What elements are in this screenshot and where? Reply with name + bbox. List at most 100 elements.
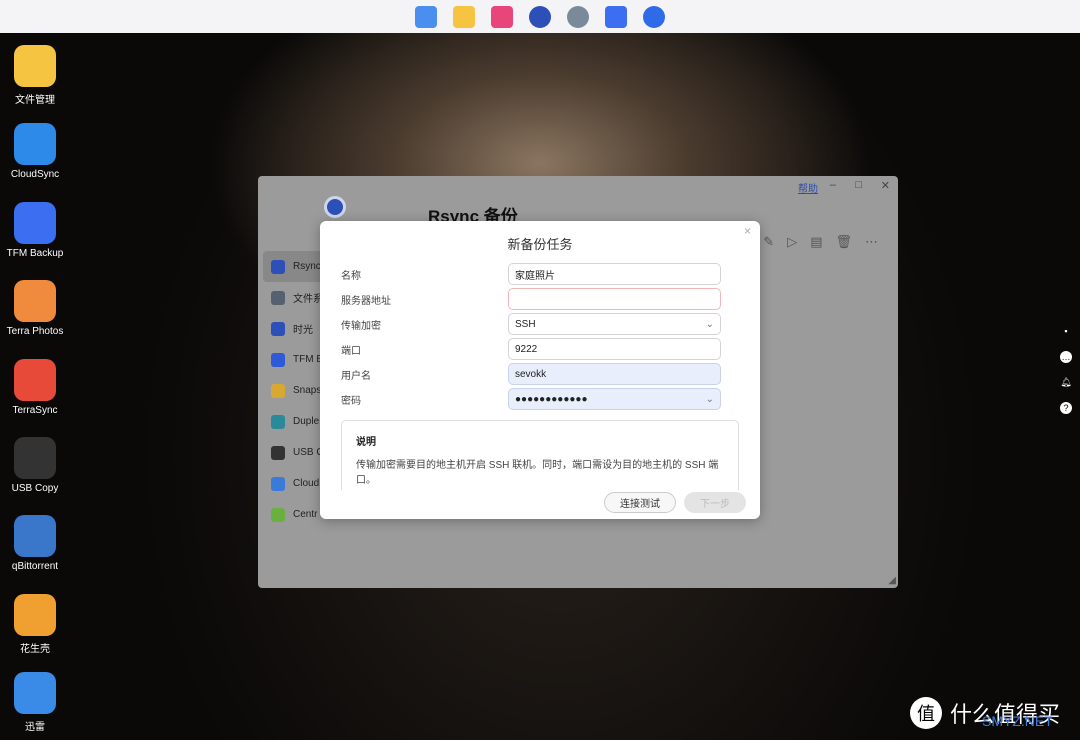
sidebar-item-label: Duple (293, 416, 320, 427)
app-icon (14, 515, 56, 558)
folder-icon[interactable] (453, 5, 475, 28)
app-label: qBittorrent (11, 561, 59, 573)
support-headset-icon[interactable] (643, 5, 665, 28)
sidebar-item-label: TFM B (293, 354, 323, 365)
sidebar-item-label: USB C (293, 447, 324, 458)
chat-icon[interactable]: … (1060, 351, 1072, 363)
sidebar-item-label: Rsync (293, 261, 321, 272)
field-label: 名称 (341, 270, 361, 282)
watermark-site: SMYZ.NET (982, 713, 1053, 729)
trash-icon[interactable]: 🗑︎ (835, 234, 852, 250)
field-label: 传输加密 (341, 320, 381, 332)
sidebar-item-label: 时光 (293, 325, 313, 336)
connection-test-button[interactable]: 连接测试 (604, 492, 676, 513)
close-dialog-button[interactable]: × (744, 224, 751, 238)
app-label: 迅雷 (25, 722, 45, 734)
app-icon (14, 280, 56, 323)
desktop-app[interactable]: 文件管理 (0, 45, 70, 106)
app-label: 文件管理 (15, 95, 55, 106)
field-value: 9222 (515, 343, 538, 355)
help-icon[interactable]: ? (1060, 402, 1072, 414)
app-icon (14, 672, 56, 715)
help-link[interactable]: 帮助 (798, 180, 818, 195)
form-row: 密码 ●●●●●●●●●●●● ⌄ (341, 388, 721, 410)
minimize-button[interactable]: – (830, 179, 836, 191)
info-text: 传输加密需要目的地主机开启 SSH 联机。同时，端口需设为目的地主机的 SSH … (356, 460, 719, 486)
maximize-button[interactable]: □ (855, 179, 862, 191)
field-input[interactable]: 家庭照片 (508, 263, 721, 285)
desktop-app[interactable]: 花生壳 (0, 593, 70, 655)
log-icon[interactable]: ▤ (810, 234, 822, 250)
info-title: 说明 (356, 437, 376, 448)
top-dock (0, 0, 1080, 33)
chevron-down-icon: ⌄ (705, 318, 714, 330)
app-center-icon[interactable] (415, 5, 437, 28)
desktop-app[interactable]: qBittorrent (0, 515, 70, 572)
field-value: SSH (515, 318, 536, 330)
resize-handle[interactable]: ◢ (888, 575, 896, 586)
chevron-down-icon: ⌄ (705, 393, 714, 405)
photos-app-icon[interactable] (491, 5, 513, 28)
app-icon (14, 437, 56, 479)
sidebar-item-icon (271, 321, 285, 336)
watermark: 值 什么值得买 SMYZ.NET (910, 697, 1060, 729)
field-input[interactable] (508, 288, 721, 310)
monitor-icon[interactable]: ▪ (1060, 325, 1072, 337)
dialog-title: 新备份任务 (507, 237, 573, 252)
sidebar-item-icon (271, 507, 285, 522)
bell-icon[interactable]: 🔔︎ (1060, 376, 1072, 388)
field-value: sevokk (515, 368, 547, 380)
sidebar-item-icon (271, 352, 285, 367)
app-label: CloudSync (10, 169, 60, 181)
rsync-app-icon (324, 196, 346, 218)
desktop-app[interactable]: TFM Backup (0, 201, 70, 259)
sidebar-item-icon (271, 414, 285, 429)
form-row: 用户名 sevokk (341, 363, 721, 385)
app-label: 花生壳 (20, 643, 50, 655)
sidebar-item-label: Snaps (293, 385, 322, 396)
next-step-button[interactable]: 下一步 (684, 492, 746, 513)
form-row: 传输加密 SSH ⌄ (341, 313, 721, 335)
store-bag-icon[interactable] (605, 5, 627, 28)
watermark-badge: 值 (910, 697, 942, 729)
field-label: 服务器地址 (341, 295, 391, 307)
field-label: 用户名 (341, 370, 371, 382)
desktop-app[interactable]: CloudSync (0, 123, 70, 180)
form-row: 服务器地址 (341, 288, 721, 310)
sidebar-item-icon (271, 259, 285, 274)
app-label: TerraSync (12, 404, 58, 416)
field-label: 端口 (341, 345, 361, 357)
app-icon (14, 358, 56, 401)
desktop-app[interactable]: Terra Photos (0, 280, 70, 337)
desktop-app[interactable]: 迅雷 (0, 672, 70, 733)
edit-icon[interactable]: ✎ (763, 234, 774, 250)
app-icon (14, 201, 56, 244)
play-icon[interactable]: ▷ (787, 234, 797, 250)
field-input[interactable]: 9222 (508, 338, 721, 360)
sidebar-item-label: Centr (293, 509, 318, 520)
field-label: 密码 (341, 395, 361, 407)
desktop-app[interactable]: TerraSync (0, 358, 70, 416)
more-icon[interactable]: ⋯ (865, 234, 878, 250)
field-value: 家庭照片 (515, 270, 555, 282)
field-input[interactable]: sevokk (508, 363, 721, 385)
field-value: ●●●●●●●●●●●● (515, 393, 588, 405)
rsync-clock-icon[interactable] (529, 5, 551, 28)
sidebar-item-icon (271, 445, 285, 460)
field-input[interactable]: SSH ⌄ (508, 313, 721, 335)
app-label: Terra Photos (6, 326, 64, 338)
settings-gear-icon[interactable] (567, 5, 589, 28)
field-input[interactable]: ●●●●●●●●●●●● ⌄ (508, 388, 721, 410)
sidebar-item-label: Cloud (293, 478, 320, 489)
app-icon (14, 593, 56, 636)
sidebar-item-label: 文件系 (293, 294, 323, 305)
form-row: 名称 家庭照片 (341, 263, 721, 285)
app-label: TFM Backup (6, 247, 64, 259)
new-backup-dialog: 新备份任务 × 名称 家庭照片服务器地址传输加密 SSH ⌄ 端口 9222 用户名 sevo… (320, 221, 760, 519)
app-icon (14, 123, 56, 166)
sidebar-item-icon (271, 290, 285, 305)
sidebar-item-icon (271, 476, 285, 491)
desktop-app[interactable]: USB Copy (0, 437, 70, 494)
sidebar-item-icon (271, 383, 285, 398)
close-window-button[interactable]: ✕ (881, 179, 890, 192)
